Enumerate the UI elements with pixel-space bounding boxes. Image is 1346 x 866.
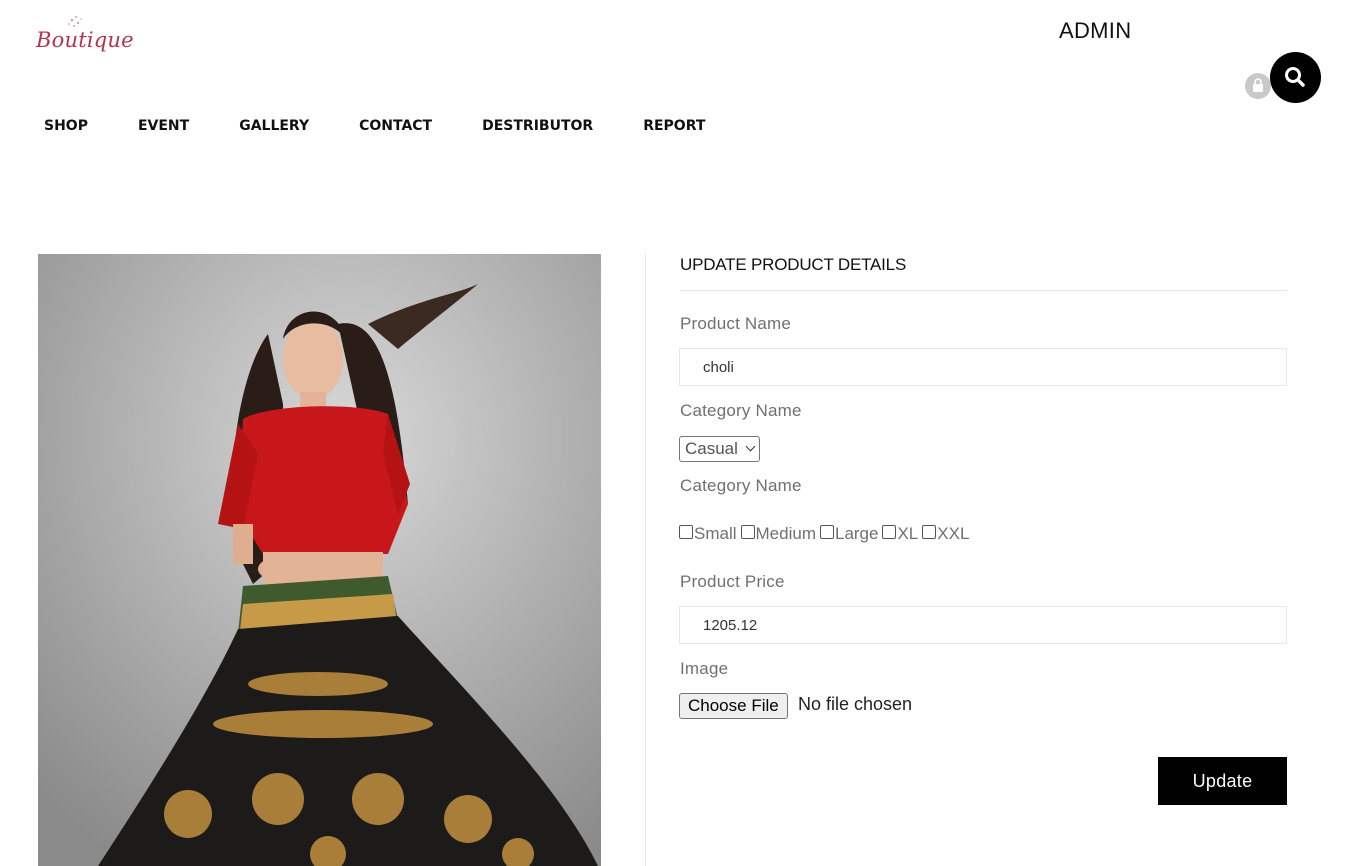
chevron-down-icon (745, 441, 756, 452)
size-label-medium: Medium (755, 524, 816, 543)
size-option-small[interactable]: Small (679, 524, 737, 544)
checkbox[interactable] (882, 525, 897, 539)
image-label: Image (680, 659, 729, 678)
size-option-medium[interactable]: Medium (740, 524, 816, 544)
heading-divider (680, 290, 1287, 291)
size-label-xxl: XXL (937, 524, 970, 543)
main-nav: SHOP EVENT GALLERY CONTACT DESTRIBUTOR R… (44, 118, 705, 134)
category-select[interactable]: Casual (679, 436, 760, 462)
checkbox[interactable] (819, 525, 834, 539)
category-label: Category Name (680, 401, 802, 420)
checkbox[interactable] (740, 525, 755, 539)
size-options: Small Medium Large XL XXL (679, 524, 973, 544)
size-option-xl[interactable]: XL (882, 524, 918, 544)
size-label-xl: XL (897, 524, 919, 543)
price-label: Product Price (680, 572, 785, 591)
product-name-input[interactable] (679, 348, 1287, 386)
category-select-value: Casual (685, 439, 738, 458)
choose-file-button[interactable]: Choose File (679, 693, 788, 719)
size-label-large: Large (834, 524, 879, 543)
product-image (38, 254, 601, 866)
nav-shop[interactable]: SHOP (44, 118, 88, 134)
checkbox[interactable] (922, 525, 937, 539)
file-status-text: No file chosen (798, 694, 913, 714)
size-label: Category Name (680, 476, 802, 495)
price-input[interactable] (679, 606, 1287, 644)
nav-event[interactable]: EVENT (138, 118, 189, 134)
nav-contact[interactable]: CONTACT (359, 118, 432, 134)
checkbox[interactable] (679, 525, 693, 539)
column-divider (645, 254, 646, 866)
update-button[interactable]: Update (1158, 757, 1287, 805)
form-heading: UPDATE PRODUCT DETAILS (680, 255, 907, 274)
size-option-xxl[interactable]: XXL (922, 524, 969, 544)
size-label-small: Small (694, 524, 737, 543)
product-name-label: Product Name (680, 314, 792, 333)
search-icon (1285, 67, 1305, 87)
nav-gallery[interactable]: GALLERY (239, 118, 309, 134)
nav-destributor[interactable]: DESTRIBUTOR (482, 118, 593, 134)
nav-report[interactable]: REPORT (643, 118, 705, 134)
lock-icon[interactable] (1245, 73, 1271, 99)
user-label: ADMIN (1059, 18, 1132, 43)
search-button[interactable] (1270, 52, 1321, 103)
logo-text: Boutique (36, 28, 134, 52)
size-option-large[interactable]: Large (819, 524, 879, 544)
